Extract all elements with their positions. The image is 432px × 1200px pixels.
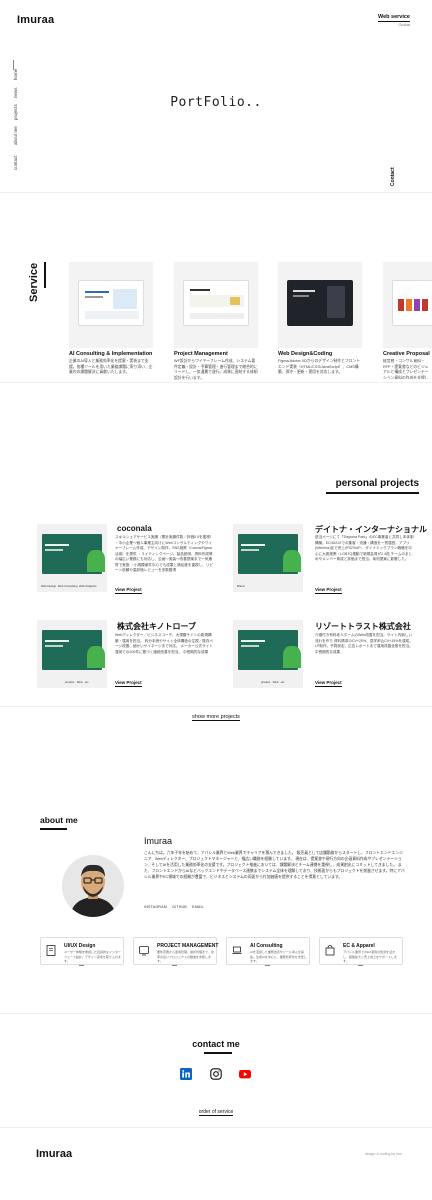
project-tags: product Web etc bbox=[261, 680, 285, 684]
skill-card-uiux[interactable]: UI/UX Design ユーザー体験を重視した直感的なインターフェース設計。デ… bbox=[40, 937, 124, 965]
service-card-web-design[interactable] bbox=[278, 262, 362, 348]
projects-heading-bar bbox=[326, 492, 419, 494]
service-title: Web Design&Coding bbox=[278, 351, 333, 357]
skill-card-ai-consulting[interactable]: AI Consulting AIを活用した業務改善やツール導入を提案。生成AIを… bbox=[226, 937, 310, 965]
service-card-project-management[interactable] bbox=[174, 262, 258, 348]
service-card-screenshot bbox=[392, 280, 432, 326]
view-project-link[interactable]: View Project bbox=[115, 587, 142, 594]
hero-title: PortFolio.. bbox=[170, 95, 262, 110]
service-title: Project Management bbox=[174, 351, 228, 357]
youtube-icon[interactable] bbox=[239, 1067, 251, 1079]
skill-title: EC & Apparel bbox=[343, 943, 375, 949]
service-card-screenshot bbox=[78, 280, 144, 326]
web-service-subtitle: Global bbox=[398, 22, 410, 27]
skill-indicator bbox=[79, 965, 84, 966]
service-description: WF設計からワイヤーフレーム作成、システム要件定義・設計・予算管理・進行管理まで… bbox=[174, 359, 258, 381]
skill-description: 要件定義から運用管理、進捗管理まで、効率の良いプロジェクトの推進を支援します。 bbox=[157, 950, 214, 963]
projects-heading: personal projects bbox=[335, 478, 419, 489]
email-link[interactable]: EMAIL bbox=[192, 905, 204, 909]
skill-title: UI/UX Design bbox=[64, 943, 96, 949]
project-tags: Brand bbox=[237, 584, 245, 588]
show-more-projects-link[interactable]: show more projects bbox=[0, 714, 432, 721]
about-heading-bar bbox=[40, 828, 67, 830]
skill-description: AIを活用した業務改善やツール導入を提案。生成AIを中心に、業務効率化を支援しま… bbox=[250, 950, 307, 963]
about-bio: こんにちは。六年子年を始めて、アパレル業界とWeb業界でキャリアを積んできました… bbox=[144, 851, 405, 880]
project-thumbnail[interactable]: product Web etc bbox=[37, 620, 107, 688]
view-project-link[interactable]: View Project bbox=[115, 680, 142, 687]
project-thumbnail[interactable]: Web Design Web Consulting Web Analytics bbox=[37, 524, 107, 592]
web-service-link[interactable]: Web service bbox=[377, 14, 410, 22]
project-description: 該当ページにて「Daytona Park」のEC事業者と共同し本体制構築。EC/… bbox=[315, 535, 414, 562]
shopping-bag-icon bbox=[325, 945, 335, 956]
view-project-link[interactable]: View Project bbox=[315, 680, 342, 687]
screen-icon bbox=[139, 946, 149, 956]
service-card-screenshot bbox=[287, 280, 353, 326]
section-divider bbox=[0, 382, 432, 383]
service-card-screenshot bbox=[183, 280, 249, 326]
avatar-illustration bbox=[62, 855, 124, 917]
project-name: 株式会社キノトローブ bbox=[117, 622, 196, 631]
service-title: Creative Proposal bbox=[383, 351, 430, 357]
project-name: coconala bbox=[117, 524, 152, 533]
linkedin-icon[interactable] bbox=[180, 1067, 192, 1080]
nav-item-about[interactable]: about me bbox=[13, 126, 18, 145]
service-title: AI Consulting & Implementation bbox=[69, 351, 153, 357]
skill-title: AI Consulting bbox=[250, 943, 283, 949]
skill-card-ec-apparel[interactable]: EC & Apparel アパレル業界でのEC運用の知見を活かし、販路拡大と売上… bbox=[319, 937, 403, 965]
project-name: デイトナ・インターナショナル bbox=[315, 525, 427, 534]
service-heading-bar bbox=[44, 262, 46, 288]
order-of-service-link[interactable]: order of service bbox=[0, 1109, 432, 1116]
service-description: 企業のAI導入と業務効率化を提案・実装まで支援。各種ツールを用いた業務課題に寄り… bbox=[69, 359, 153, 375]
project-tags: product Web etc bbox=[65, 680, 89, 684]
view-project-link[interactable]: View Project bbox=[315, 587, 342, 594]
contact-vertical-link[interactable]: Contact bbox=[390, 167, 396, 186]
section-divider bbox=[0, 1013, 432, 1014]
footer-credit: design & coding by ime bbox=[364, 1152, 402, 1156]
about-name: Imuraa bbox=[144, 836, 173, 846]
service-card-creative-proposal[interactable] bbox=[383, 262, 432, 348]
nav-item-contact[interactable]: contact bbox=[13, 155, 18, 170]
project-thumbnail[interactable]: Brand bbox=[233, 524, 303, 592]
contact-heading-bar bbox=[204, 1052, 232, 1054]
nav-item-home[interactable]: home bbox=[13, 69, 18, 80]
project-thumbnail[interactable]: product Web etc bbox=[233, 620, 303, 688]
project-description: 介護付き有料老人ホームのWeb改善を担当。サイト内新しい流れを作り 資料請求のC… bbox=[315, 633, 413, 654]
instagram-icon[interactable] bbox=[210, 1067, 222, 1080]
service-description: Figma/Adobe XDからのデザイン制作とフロントエンド実装（HTML/C… bbox=[278, 359, 361, 375]
project-description: Webディレクター／ビジネスコーチ、大規模サイトの新規構築・運用を担当。 約分手… bbox=[115, 633, 214, 654]
skill-description: アパレル業界でのEC運用の知見を活かし、販路拡大と売上向上をサポートします。 bbox=[343, 950, 398, 963]
section-divider bbox=[0, 706, 432, 707]
skill-indicator bbox=[172, 965, 177, 966]
section-divider bbox=[0, 192, 432, 193]
project-tags: Web Design Web Consulting Web Analytics bbox=[41, 584, 97, 588]
document-icon bbox=[46, 945, 56, 956]
skill-indicator bbox=[358, 965, 363, 966]
contact-heading: contact me bbox=[192, 1039, 240, 1049]
service-description: 経営層・コンサル資料・RFP・提案書などのビジュアルと構成とプレゼンテーション資… bbox=[383, 359, 429, 379]
skill-card-project-management[interactable]: PROJECT MANAGEMENT 要件定義から運用管理、進捗管理まで、効率の… bbox=[133, 937, 219, 965]
skill-title: PROJECT MANAGEMENT bbox=[157, 943, 219, 949]
instagram-link[interactable]: INSTAGRAM bbox=[144, 905, 167, 909]
footer-logo[interactable]: Imuraa bbox=[36, 1148, 72, 1160]
service-card-ai-consulting[interactable] bbox=[69, 262, 153, 348]
project-description: スキルシェアサービス実績（累計実績件数／評価5.0を獲得） ・中小企業〜個人事業… bbox=[115, 535, 214, 573]
service-heading: Service bbox=[28, 262, 40, 302]
about-heading: about me bbox=[40, 815, 78, 825]
skill-indicator bbox=[265, 965, 270, 966]
github-link[interactable]: GITHUB bbox=[172, 905, 187, 909]
avatar bbox=[62, 855, 124, 917]
site-logo[interactable]: Imuraa bbox=[17, 14, 54, 26]
skill-description: ユーザー体験を重視した直感的なインターフェース設計。デザイン思考を取り入れます。 bbox=[64, 950, 121, 963]
section-divider bbox=[0, 1127, 432, 1128]
project-name: リゾートトラスト株式会社 bbox=[315, 622, 411, 631]
about-social-links: INSTAGRAM GITHUB EMAIL bbox=[144, 905, 208, 909]
laptop-icon bbox=[232, 946, 242, 954]
